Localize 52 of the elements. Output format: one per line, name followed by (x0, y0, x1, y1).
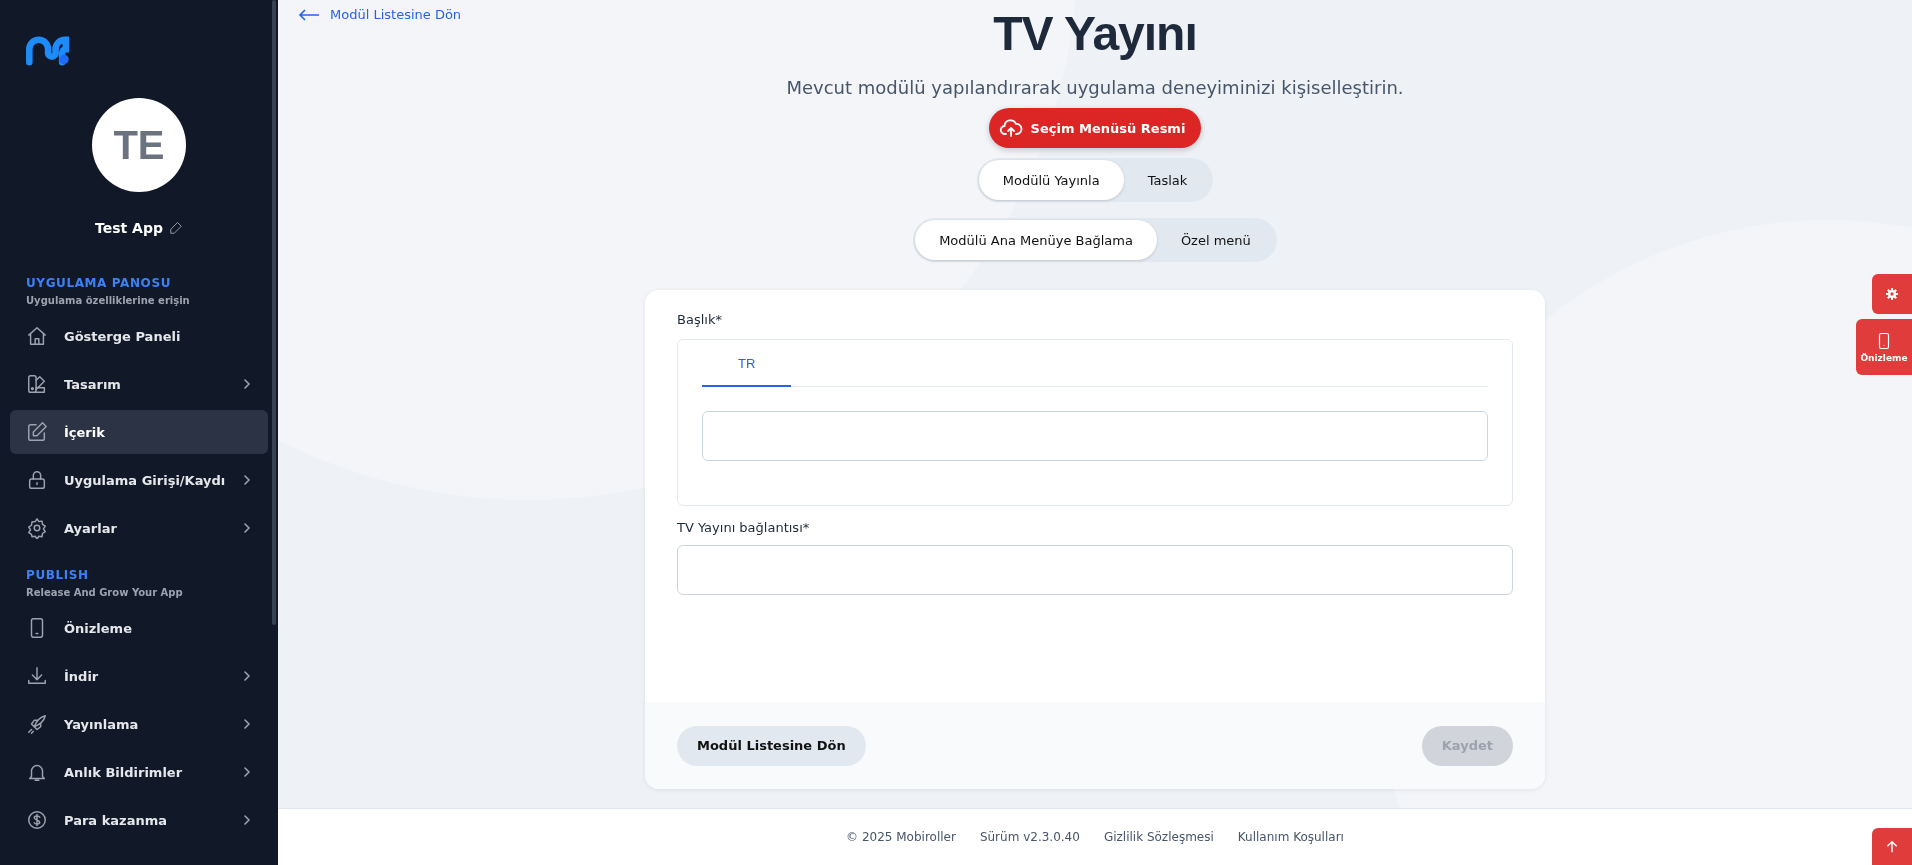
field-label: TV Yayını bağlantısı* (677, 520, 811, 535)
pencil-icon (169, 221, 183, 235)
section-title: UYGULAMA PANOSU (26, 276, 172, 290)
toggle-option[interactable]: Modülü Ana Menüye Bağlama (915, 220, 1157, 260)
section-subtitle: Release And Grow Your App (26, 587, 184, 598)
section-subtitle: Uygulama özelliklerine erişin (26, 295, 191, 306)
cloud-upload-icon (998, 116, 1023, 140)
link-input[interactable] (677, 545, 1513, 595)
sidebar-item[interactable]: Tasarım (10, 362, 268, 406)
sidebar-item[interactable]: İndir (10, 654, 268, 698)
settings-icon (26, 517, 48, 539)
field-label: Başlık* (677, 312, 723, 327)
sidebar-item[interactable]: Önizleme (10, 606, 268, 650)
sidebar-item[interactable]: Ayarlar (10, 506, 268, 550)
arrow-left-icon (298, 8, 320, 21)
toggle-option[interactable]: Özel menü (1156, 220, 1275, 260)
logo-icon (26, 36, 72, 66)
arrow-up-icon (1884, 838, 1900, 855)
preview-button[interactable]: Önizleme (1856, 319, 1912, 375)
edit-icon (26, 421, 48, 443)
lock-icon (26, 469, 48, 491)
toggle-option[interactable]: Modülü Yayınla (978, 160, 1124, 200)
dollar-icon (26, 809, 48, 831)
section-title: PUBLISH (26, 568, 90, 582)
rocket-icon (26, 713, 48, 735)
title-input[interactable] (702, 411, 1488, 461)
sidebar-item[interactable]: Yayınlama (10, 702, 268, 746)
back-link[interactable]: Modül Listesine Dön (298, 7, 462, 22)
app-name: Test App (95, 220, 163, 236)
sidebar-item[interactable]: İçerik (10, 410, 268, 454)
page-subtitle: Mevcut modülü yapılandırarak uygulama deneyiminizi kişiselleştirin. (786, 77, 1404, 98)
footer-link[interactable]: Kullanım Koşulları (1237, 830, 1344, 844)
footer-link[interactable]: Gizlilik Sözleşmesi (1103, 830, 1214, 844)
toggle-option[interactable]: Taslak (1123, 160, 1212, 200)
footer-text: © 2025 Mobiroller (846, 830, 956, 844)
sidebar-item[interactable]: Anlık Bildirimler (10, 750, 268, 794)
sidebar-item[interactable]: Para kazanma (10, 798, 268, 842)
sidebar-item[interactable]: Uygulama Girişi/Kaydı (10, 458, 268, 502)
upload-button[interactable]: Seçim Menüsü Resmi (988, 108, 1202, 148)
settings-button[interactable] (1872, 274, 1912, 314)
download-icon (26, 665, 48, 687)
scroll-top-button[interactable] (1872, 828, 1912, 865)
scrollbar[interactable] (272, 0, 276, 625)
sidebar-item[interactable]: Gösterge Paneli (10, 314, 268, 358)
language-tab[interactable]: TR (702, 340, 792, 387)
footer-text: Sürüm v2.3.0.40 (979, 830, 1080, 844)
palette-icon (26, 373, 48, 395)
page-title: TV Yayını (993, 6, 1197, 61)
app-avatar: TE (92, 98, 186, 192)
settings-icon (1884, 286, 1900, 302)
back-button[interactable]: Modül Listesine Dön (677, 725, 866, 766)
home-icon (26, 325, 48, 347)
